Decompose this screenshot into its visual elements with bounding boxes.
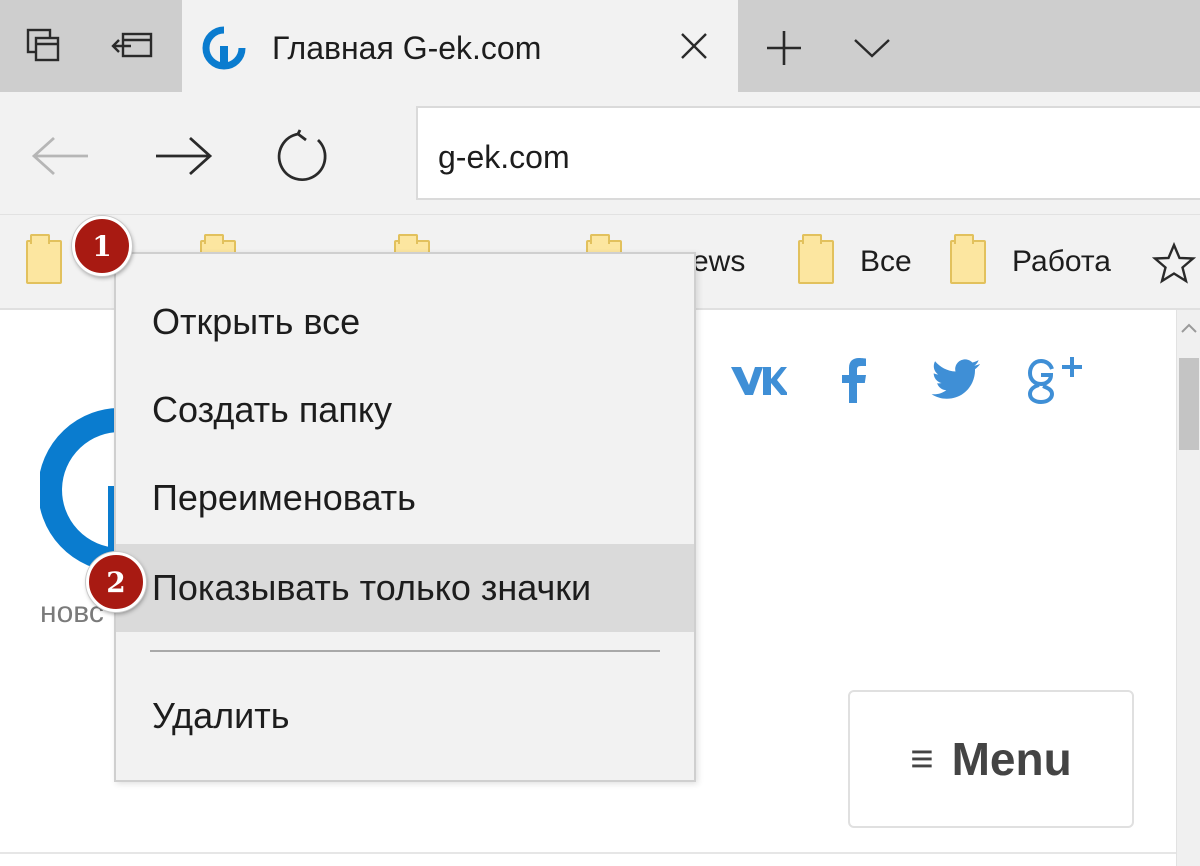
active-tab[interactable]: Главная G-ek.com: [182, 0, 738, 92]
site-favicon-icon: [202, 26, 246, 70]
menu-item-create-folder[interactable]: Создать папку: [116, 366, 694, 454]
menu-item-open-all[interactable]: Открыть все: [116, 278, 694, 366]
favorite-folder-all[interactable]: Все: [798, 234, 912, 287]
forward-arrow-icon[interactable]: [148, 120, 220, 192]
close-tab-icon[interactable]: [670, 22, 718, 70]
vk-icon[interactable]: [726, 356, 790, 404]
context-menu: Открыть все Создать папку Переименовать …: [114, 252, 696, 782]
address-bar[interactable]: g-ek.com: [416, 106, 1200, 200]
vertical-scrollbar[interactable]: [1176, 310, 1200, 866]
step-1-badge: 1: [72, 216, 132, 276]
chevron-down-icon[interactable]: [846, 22, 898, 74]
scroll-up-icon[interactable]: [1177, 316, 1200, 340]
tab-strip: Главная G-ek.com: [0, 0, 1200, 92]
address-input[interactable]: g-ek.com: [438, 139, 570, 176]
step-2-badge: 2: [86, 552, 146, 612]
hamburger-icon: ≡: [910, 736, 934, 781]
menu-button[interactable]: ≡ Menu: [848, 690, 1134, 828]
scrollbar-thumb[interactable]: [1179, 358, 1199, 450]
folder-icon: [26, 234, 62, 284]
tab-preview-icon[interactable]: [16, 18, 72, 74]
set-tabs-aside-icon[interactable]: [104, 18, 160, 74]
page-divider: [0, 852, 1176, 854]
menu-button-label: Menu: [951, 733, 1072, 785]
menu-item-rename[interactable]: Переименовать: [116, 454, 694, 542]
favorite-folder[interactable]: [26, 234, 62, 287]
twitter-icon[interactable]: [924, 356, 988, 404]
folder-icon: [798, 234, 834, 284]
favorite-label: ews: [692, 245, 746, 278]
facebook-icon[interactable]: [822, 356, 886, 404]
navigation-bar: g-ek.com: [0, 92, 1200, 214]
back-arrow-icon[interactable]: [24, 120, 96, 192]
menu-item-delete[interactable]: Удалить: [116, 672, 694, 760]
menu-separator: [150, 650, 660, 652]
tab-title: Главная G-ek.com: [272, 30, 542, 66]
star-icon[interactable]: [1148, 238, 1200, 290]
favorite-folder-work[interactable]: Работа: [950, 234, 1111, 287]
refresh-icon[interactable]: [268, 120, 340, 192]
favorite-label: Работа: [1012, 245, 1111, 278]
folder-icon: [950, 234, 986, 284]
new-tab-icon[interactable]: [758, 22, 810, 74]
favorite-label: Все: [860, 245, 912, 278]
google-plus-icon[interactable]: [1024, 356, 1088, 405]
menu-item-show-icons-only[interactable]: Показывать только значки: [116, 544, 694, 632]
